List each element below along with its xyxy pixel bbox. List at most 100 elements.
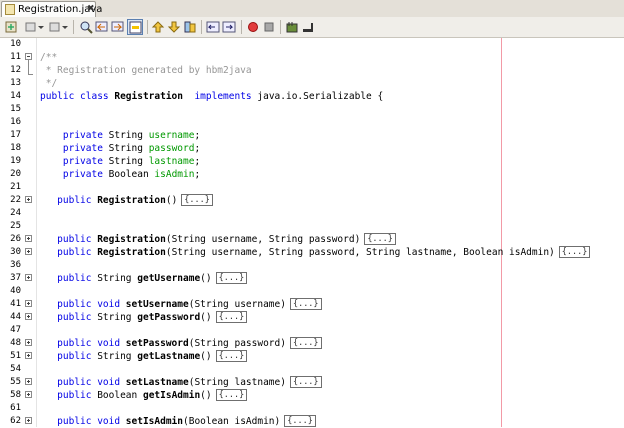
code-token: Registration (114, 91, 183, 102)
code-token: private (40, 130, 109, 141)
code-line[interactable]: 22 public Registration() {...} (0, 194, 624, 207)
code-editor[interactable]: 10 11/** 12 * Registration generated by hb… (0, 38, 624, 427)
code-line[interactable]: 37 public String getUsername() {...} (0, 272, 624, 285)
code-token: Registration (97, 234, 166, 245)
collapsed-code-block[interactable]: {...} (215, 272, 248, 284)
code-line[interactable]: 36 (0, 259, 624, 272)
back-icon[interactable] (3, 19, 19, 35)
close-tab-icon[interactable]: ✖ (87, 2, 95, 17)
find-previous-icon[interactable] (94, 19, 110, 35)
expand-fold-icon[interactable] (25, 248, 32, 255)
code-line[interactable]: 48 public void setPassword(String passwo… (0, 337, 624, 350)
code-line[interactable]: 51 public String getLastname() {...} (0, 350, 624, 363)
line-number: 62 (10, 416, 21, 426)
code-line[interactable]: 12 * Registration generated by hbm2java (0, 64, 624, 77)
comment-icon[interactable] (284, 19, 300, 35)
code-text: public class Registration implements jav… (40, 90, 383, 103)
tab-registration-java[interactable]: Registration.java ✖ (1, 1, 102, 17)
collapsed-code-block[interactable]: {...} (558, 246, 591, 258)
stop-macro-icon[interactable] (261, 19, 277, 35)
code-line[interactable]: 55 public void setLastname(String lastna… (0, 376, 624, 389)
code-line[interactable]: 13 */ (0, 77, 624, 90)
shift-right-icon[interactable] (221, 19, 237, 35)
code-line[interactable]: 44 public String getPassword() {...} (0, 311, 624, 324)
code-text: private String username; (40, 129, 200, 142)
code-line[interactable]: 58 public Boolean getIsAdmin() {...} (0, 389, 624, 402)
expand-fold-icon[interactable] (25, 274, 32, 281)
code-line[interactable]: 54 (0, 363, 624, 376)
history-dropdown-icon[interactable] (36, 19, 44, 35)
expand-fold-icon[interactable] (25, 300, 32, 307)
code-token: ; (194, 130, 201, 141)
toolbar-separator (241, 20, 242, 34)
code-token: () (200, 312, 212, 323)
code-line[interactable]: 24 (0, 207, 624, 220)
collapsed-code-block[interactable]: {...} (289, 337, 322, 349)
expand-fold-icon[interactable] (25, 196, 32, 203)
code-line[interactable]: 16 (0, 116, 624, 129)
expand-fold-icon[interactable] (25, 417, 32, 424)
code-token: public class (40, 91, 115, 102)
history-icon[interactable] (24, 19, 36, 35)
code-line[interactable]: 15 (0, 103, 624, 116)
toggle-bookmark-icon[interactable] (182, 19, 198, 35)
code-token: setPassword (125, 338, 189, 349)
code-token: ; (194, 169, 201, 180)
code-token: public (40, 351, 98, 362)
collapsed-code-block[interactable]: {...} (289, 298, 322, 310)
uncomment-icon[interactable] (300, 19, 316, 35)
line-number: 54 (10, 364, 21, 374)
expand-fold-icon[interactable] (25, 391, 32, 398)
last-edit-dropdown-icon[interactable] (60, 19, 68, 35)
line-number: 17 (10, 130, 21, 140)
line-number: 55 (10, 377, 21, 387)
collapse-fold-icon[interactable] (25, 53, 32, 60)
code-line[interactable]: 21 (0, 181, 624, 194)
code-text: public Registration(String username, Str… (40, 246, 591, 259)
collapsed-code-block[interactable]: {...} (289, 376, 322, 388)
code-line[interactable]: 62 public void setIsAdmin(Boolean isAdmi… (0, 415, 624, 428)
code-line[interactable]: 30 public Registration(String username, … (0, 246, 624, 259)
expand-fold-icon[interactable] (25, 235, 32, 242)
find-selection-icon[interactable] (78, 19, 94, 35)
collapsed-code-block[interactable]: {...} (215, 350, 248, 362)
code-line[interactable]: 40 (0, 285, 624, 298)
start-macro-icon[interactable] (245, 19, 261, 35)
collapsed-code-block[interactable]: {...} (181, 194, 213, 206)
last-edit-icon[interactable] (48, 19, 60, 35)
code-token: ; (194, 156, 201, 167)
code-token: (Boolean isAdmin) (183, 416, 281, 427)
toggle-highlight-icon[interactable] (127, 19, 143, 35)
code-token: public (40, 234, 98, 245)
code-line[interactable]: 18 private String password; (0, 142, 624, 155)
code-line[interactable]: 41 public void setUsername(String userna… (0, 298, 624, 311)
shift-left-icon[interactable] (205, 19, 221, 35)
find-next-icon[interactable] (110, 19, 126, 35)
code-line[interactable]: 25 (0, 220, 624, 233)
expand-fold-icon[interactable] (25, 352, 32, 359)
expand-fold-icon[interactable] (25, 313, 32, 320)
code-token: () (200, 351, 212, 362)
collapsed-code-block[interactable]: {...} (284, 415, 316, 427)
previous-bookmark-icon[interactable] (150, 19, 166, 35)
code-line[interactable]: 11 /** (0, 51, 624, 64)
expand-fold-icon[interactable] (25, 378, 32, 385)
code-token: */ (40, 78, 58, 89)
code-line[interactable]: 14 public class Registration implements j… (0, 90, 624, 103)
code-line[interactable]: 10 (0, 38, 624, 51)
collapsed-code-block[interactable]: {...} (364, 233, 396, 245)
collapsed-code-block[interactable]: {...} (215, 389, 248, 401)
expand-fold-icon[interactable] (25, 339, 32, 346)
line-number: 47 (10, 325, 21, 335)
code-line[interactable]: 61 (0, 402, 624, 415)
code-token: (String username) (188, 299, 286, 310)
code-line[interactable]: 26 public Registration(String username, … (0, 233, 624, 246)
collapsed-code-block[interactable]: {...} (215, 311, 248, 323)
code-token: String (97, 351, 138, 362)
code-line[interactable]: 20 private Boolean isAdmin; (0, 168, 624, 181)
next-bookmark-icon[interactable] (166, 19, 182, 35)
line-number: 12 (10, 65, 21, 75)
code-line[interactable]: 47 (0, 324, 624, 337)
code-line[interactable]: 17 private String username; (0, 129, 624, 142)
code-line[interactable]: 19 private String lastname; (0, 155, 624, 168)
